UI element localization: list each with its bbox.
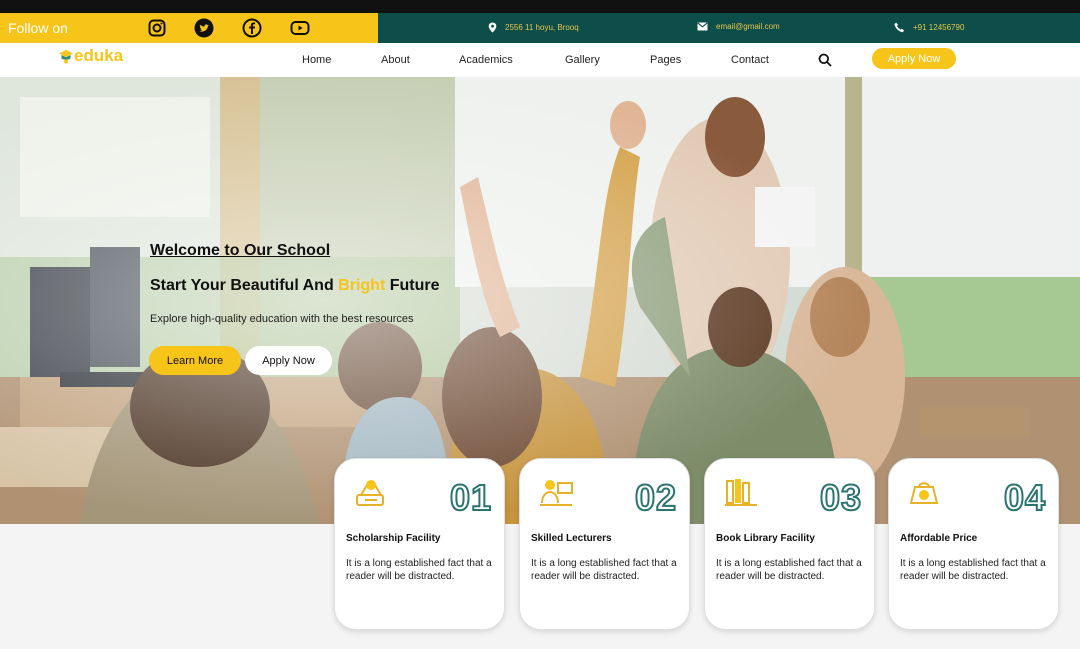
feature-number: 02 xyxy=(634,476,677,519)
nav-academics[interactable]: Academics xyxy=(459,54,513,66)
apply-now-nav-label: Apply Now xyxy=(887,52,941,65)
hero-welcome: Welcome to Our School xyxy=(150,242,330,260)
feature-description: It is a long established fact that a rea… xyxy=(900,558,1046,582)
apply-now-nav-button[interactable]: Apply Now xyxy=(872,48,956,69)
headline-end: Future xyxy=(389,277,440,294)
feature-card-library[interactable]: 03 Book Library Facility It is a long es… xyxy=(704,458,875,630)
nav-contact[interactable]: Contact xyxy=(731,54,769,66)
instagram-icon[interactable] xyxy=(147,18,167,38)
logo[interactable]: eduka xyxy=(58,46,123,66)
feature-card-lecturers[interactable]: 02 Skilled Lecturers It is a long establ… xyxy=(519,458,690,630)
youtube-icon[interactable] xyxy=(290,18,310,38)
nav-about[interactable]: About xyxy=(381,54,410,66)
library-icon xyxy=(725,479,757,506)
feature-title: Book Library Facility xyxy=(716,533,815,544)
address-text: 2556 11 hoyu, Brooq xyxy=(505,23,579,32)
lecturer-icon xyxy=(540,480,573,506)
top-edge xyxy=(0,0,1080,13)
feature-title: Skilled Lecturers xyxy=(531,533,612,544)
classroom-photo xyxy=(0,77,1080,524)
feature-number: 04 xyxy=(1003,476,1046,519)
email-item[interactable]: email@gmail.com xyxy=(697,22,780,31)
feature-number: 01 xyxy=(449,476,492,519)
feature-title: Affordable Price xyxy=(900,533,978,544)
nav-gallery[interactable]: Gallery xyxy=(565,54,600,66)
address-item: 2556 11 hoyu, Brooq xyxy=(488,22,579,33)
mail-icon xyxy=(697,22,708,31)
learn-more-label: Learn More xyxy=(166,354,224,367)
phone-item[interactable]: +91 12456790 xyxy=(894,22,964,33)
contact-bar: 2556 11 hoyu, Brooq email@gmail.com +91 … xyxy=(378,13,1080,43)
headline-start: Start Your Beautiful And xyxy=(150,277,334,294)
follow-section: Follow on xyxy=(0,13,378,43)
search-icon[interactable] xyxy=(818,53,832,72)
apply-now-button[interactable]: Apply Now xyxy=(245,346,332,375)
phone-icon xyxy=(894,22,904,33)
feature-card-price[interactable]: 04 Affordable Price It is a long establi… xyxy=(888,458,1059,630)
welcome-heading: Welcome to Our School xyxy=(150,242,331,259)
logo-text: eduka xyxy=(74,46,124,65)
nav-home[interactable]: Home xyxy=(302,54,331,66)
learn-more-button[interactable]: Learn More xyxy=(149,346,241,375)
facebook-icon[interactable] xyxy=(242,18,262,38)
top-bar: Follow on 2556 11 hoyu, Brooq email@gmai… xyxy=(0,13,1080,43)
twitter-icon[interactable] xyxy=(194,18,214,38)
graduation-cap-icon xyxy=(59,50,73,64)
hero-banner: Welcome to Our School Start Your Beautif… xyxy=(0,77,1080,524)
phone-text: +91 12456790 xyxy=(913,23,965,32)
main-navbar: eduka Home About Academics Gallery Pages… xyxy=(0,43,1080,77)
nav-pages[interactable]: Pages xyxy=(650,54,681,66)
location-pin-icon xyxy=(488,22,497,33)
price-icon xyxy=(909,482,939,504)
feature-description: It is a long established fact that a rea… xyxy=(531,558,677,582)
scholarship-icon xyxy=(356,480,384,506)
follow-label: Follow on xyxy=(8,20,68,36)
hero-headline: Start Your Beautiful And Bright Future xyxy=(150,277,440,295)
feature-number: 03 xyxy=(819,476,862,519)
feature-description: It is a long established fact that a rea… xyxy=(716,558,862,582)
feature-card-scholarship[interactable]: 01 Scholarship Facility It is a long est… xyxy=(334,458,505,630)
email-text: email@gmail.com xyxy=(716,22,780,31)
feature-description: It is a long established fact that a rea… xyxy=(346,558,492,582)
apply-now-label: Apply Now xyxy=(262,354,315,367)
headline-highlight: Bright xyxy=(338,277,386,294)
feature-title: Scholarship Facility xyxy=(346,533,441,544)
hero-subtitle: Explore high-quality education with the … xyxy=(150,313,414,325)
